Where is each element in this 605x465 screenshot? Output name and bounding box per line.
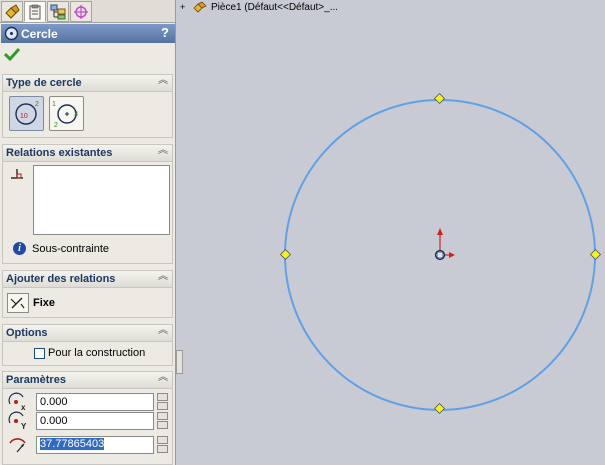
collapse-chevron-icon[interactable]: ︽	[158, 146, 168, 156]
tab-feature-manager[interactable]	[1, 1, 23, 22]
center-circle-button[interactable]: 10 2	[9, 96, 44, 131]
crosshair-target-icon	[74, 4, 88, 19]
collapse-chevron-icon[interactable]: ︽	[158, 76, 168, 86]
radius-value: 37.77865403	[40, 438, 105, 450]
svg-text:1: 1	[52, 101, 56, 108]
options-title: Options	[6, 327, 48, 339]
svg-text:2: 2	[35, 101, 39, 108]
manager-tabs	[0, 0, 175, 23]
add-relations-section: Ajouter des relations ︽ Fixe	[2, 270, 173, 318]
left-quadrant-point[interactable]	[279, 248, 292, 261]
parameters-title: Paramètres	[6, 374, 66, 386]
sketch-graphics-area[interactable]	[184, 0, 605, 465]
construction-option[interactable]: Pour la construction	[34, 347, 145, 359]
center-y-icon: Y	[8, 411, 27, 431]
center-y-row: Y	[7, 411, 171, 431]
help-button[interactable]: ?	[161, 25, 169, 40]
panel-splitter-handle[interactable]	[176, 350, 183, 374]
circle-type-header[interactable]: Type de cercle ︽	[3, 75, 172, 92]
construction-checkbox[interactable]	[34, 347, 45, 359]
checkmark-icon	[3, 47, 21, 62]
add-relations-header[interactable]: Ajouter des relations ︽	[3, 271, 172, 288]
radius-row: 37.77865403	[7, 435, 171, 455]
add-relations-title: Ajouter des relations	[6, 273, 116, 285]
center-x-input[interactable]	[36, 393, 154, 411]
collapse-chevron-icon[interactable]: ︽	[158, 373, 168, 383]
radius-icon	[9, 438, 26, 453]
constraint-status: i Sous-contrainte	[13, 242, 109, 255]
perimeter-circle-icon: 1 3 2	[52, 101, 78, 129]
options-section: Options ︽ Pour la construction	[2, 324, 173, 366]
bottom-quadrant-point[interactable]	[433, 402, 446, 415]
configuration-icon	[50, 4, 66, 19]
radius-spinner[interactable]	[157, 436, 168, 454]
circle-type-section: Type de cercle ︽ 10 2 1 3 2	[2, 74, 173, 138]
circle-tool-icon	[4, 26, 19, 41]
relations-list[interactable]	[33, 165, 170, 235]
svg-text:3: 3	[74, 111, 78, 118]
center-x-icon: x	[8, 392, 26, 412]
center-y-spinner[interactable]	[157, 412, 168, 430]
property-manager-header: Cercle ?	[1, 24, 175, 43]
collapse-chevron-icon[interactable]: ︽	[158, 326, 168, 336]
options-header[interactable]: Options ︽	[3, 325, 172, 342]
existing-relations-section: Relations existantes ︽ i Sous-contrainte	[2, 144, 173, 264]
svg-text:Y: Y	[21, 422, 27, 431]
parameters-section: Paramètres ︽ x Y	[2, 371, 173, 465]
parameters-header[interactable]: Paramètres ︽	[3, 372, 172, 389]
accept-button[interactable]	[3, 47, 21, 65]
right-quadrant-point[interactable]	[589, 248, 602, 261]
tab-dimxpert[interactable]	[70, 1, 92, 22]
collapse-chevron-icon[interactable]: ︽	[158, 272, 168, 282]
circle-center-point[interactable]	[434, 249, 446, 261]
svg-text:10: 10	[20, 113, 28, 120]
constraint-status-label: Sous-contrainte	[32, 242, 110, 255]
perimeter-circle-button[interactable]: 1 3 2	[49, 96, 84, 131]
center-x-row: x	[7, 392, 171, 412]
center-x-spinner[interactable]	[157, 393, 168, 411]
center-y-input[interactable]	[36, 412, 154, 430]
top-quadrant-point[interactable]	[433, 92, 446, 105]
tab-property-manager[interactable]	[24, 1, 46, 22]
fix-relation-label: Fixe	[33, 297, 56, 309]
property-manager-panel: Cercle ? Type de cercle ︽ 10 2 1 3 2 Rel…	[0, 0, 176, 465]
circle-type-title: Type de cercle	[6, 77, 82, 89]
radius-input[interactable]: 37.77865403	[36, 436, 154, 454]
existing-relations-title: Relations existantes	[6, 147, 113, 159]
relations-icon	[11, 169, 23, 179]
property-sheet-icon	[29, 4, 41, 19]
existing-relations-header[interactable]: Relations existantes ︽	[3, 145, 172, 162]
svg-text:2: 2	[54, 122, 58, 129]
tab-configuration-manager[interactable]	[47, 1, 69, 22]
fix-anchor-icon	[10, 297, 25, 309]
feature-tree-icon	[5, 3, 20, 19]
fix-relation-button[interactable]	[7, 293, 29, 313]
page-title: Cercle	[21, 26, 58, 41]
info-icon: i	[13, 242, 26, 255]
center-circle-icon: 10 2	[15, 101, 39, 125]
construction-label: Pour la construction	[48, 347, 146, 359]
